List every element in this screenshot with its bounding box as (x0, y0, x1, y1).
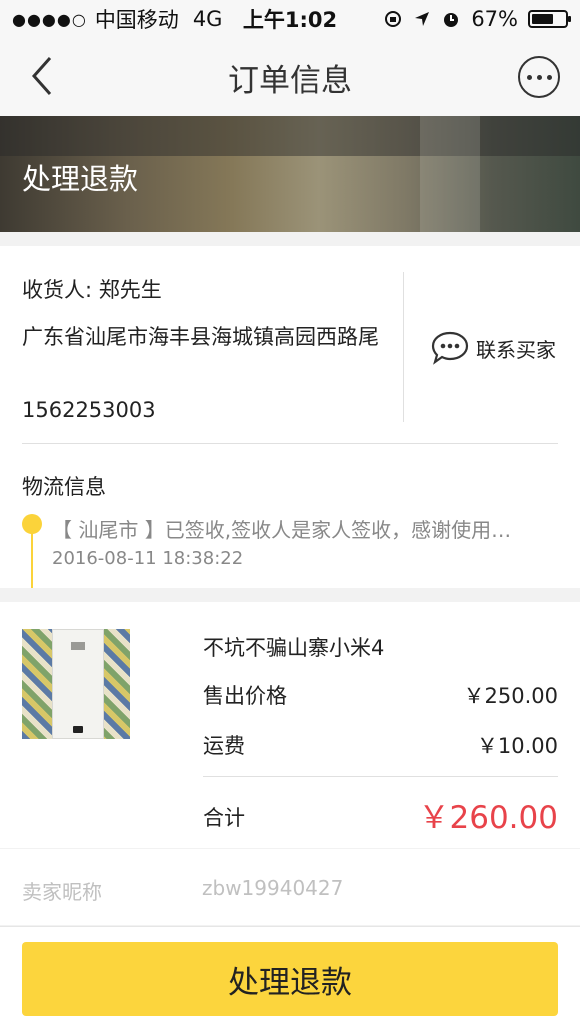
product-card: 不坑不骗山寨小米4 售出价格 ￥250.00 运费 ￥10.00 合计 ￥260… (0, 602, 580, 848)
carrier-name: 中国移动 (94, 8, 179, 32)
banner-title: 处理退款 (22, 162, 139, 196)
status-bar: ●●●●○ 中国移动 4G 上午1:02 67% (0, 0, 580, 38)
location-icon (415, 12, 430, 26)
process-refund-button[interactable]: 处理退款 (22, 942, 558, 1016)
contact-buyer-label: 联系买家 (476, 337, 556, 362)
seller-nickname-label: 卖家昵称 (22, 880, 102, 904)
nav-bar: 订单信息 (0, 38, 580, 116)
status-right: 67% (383, 7, 571, 31)
logistics-title: 物流信息 (22, 475, 106, 499)
total-label: 合计 (203, 806, 245, 830)
contact-buyer-button[interactable]: 联系买家 (430, 330, 556, 366)
sale-price-value: ￥250.00 (463, 684, 558, 708)
alarm-icon (444, 13, 459, 27)
seller-card: 卖家昵称 zbw19940427 (0, 849, 580, 925)
more-options-icon[interactable] (518, 56, 560, 98)
buyer-name: 收货人: 郑先生 (22, 278, 162, 302)
divider (203, 776, 558, 777)
logistics-time: 2016-08-11 18:38:22 (52, 548, 244, 569)
product-image[interactable] (22, 629, 130, 739)
sale-price-label: 售出价格 (203, 684, 287, 708)
bottom-action-area: 处理退款 (0, 926, 580, 1030)
buyer-info: 收货人: 郑先生 广东省汕尾市海丰县海城镇高园西路尾 1562253003 (22, 246, 402, 422)
page-title: 订单信息 (228, 62, 352, 99)
divider (22, 443, 558, 444)
seller-nickname-value: zbw19940427 (202, 876, 344, 900)
divider (403, 272, 404, 422)
signal-strength: ●●●●○ (12, 9, 87, 29)
total-value: ￥260.00 (418, 800, 558, 836)
buyer-card: 收货人: 郑先生 广东省汕尾市海丰县海城镇高园西路尾 1562253003 联系… (0, 246, 580, 588)
shipping-value: ￥10.00 (476, 734, 558, 758)
shipping-label: 运费 (203, 734, 245, 758)
status-banner: 处理退款 (0, 116, 580, 232)
buyer-address: 广东省汕尾市海丰县海城镇高园西路尾 (22, 325, 379, 349)
battery-percent: 67% (471, 7, 518, 31)
product-name: 不坑不骗山寨小米4 (203, 636, 385, 660)
battery-icon (528, 10, 571, 28)
timeline-dot (22, 514, 42, 534)
logistics-latest[interactable]: 【 汕尾市 】已签收,签收人是家人签收，感谢使用… (52, 514, 552, 543)
timeline-line (31, 532, 33, 588)
rotation-lock-icon (385, 11, 402, 27)
network-type: 4G (192, 7, 223, 31)
buyer-phone: 1562253003 (22, 398, 156, 422)
chat-bubble-icon (431, 331, 469, 365)
back-icon[interactable] (26, 54, 58, 98)
